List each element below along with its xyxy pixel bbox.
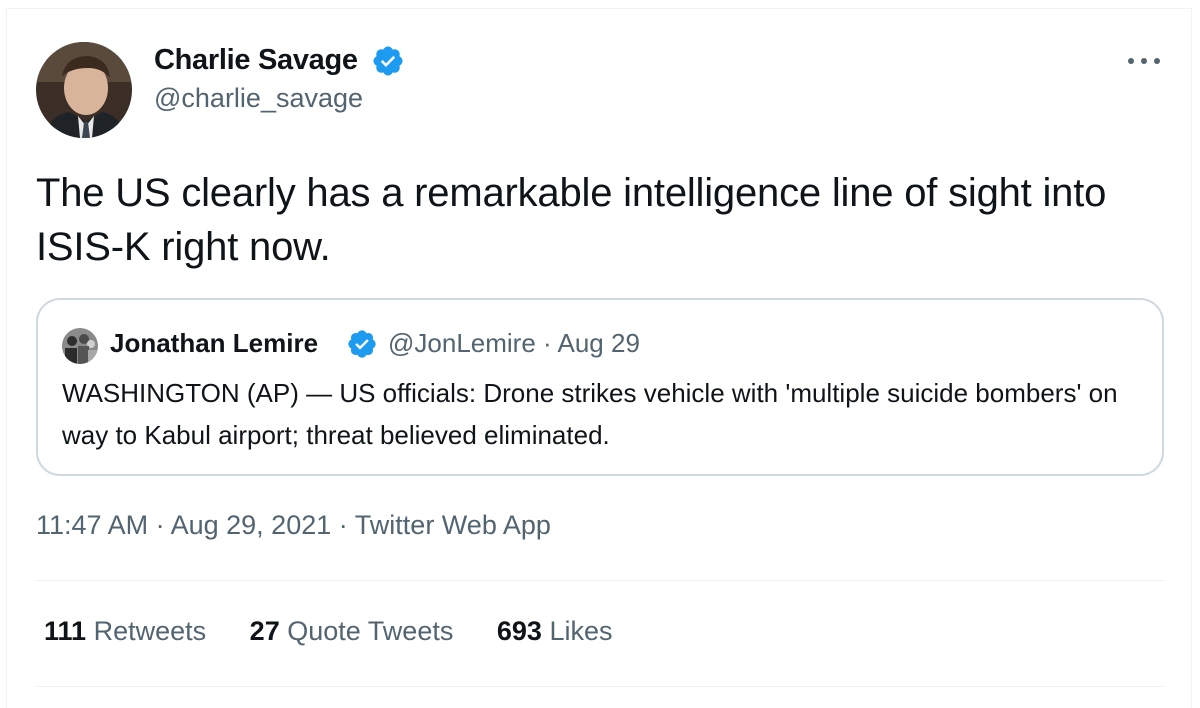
tweet-text: The US clearly has a remarkable intellig… bbox=[36, 171, 1107, 269]
quoted-author-name: Jonathan Lemire bbox=[110, 328, 319, 358]
retweets-count: 111 bbox=[44, 616, 87, 646]
likes-count: 693 bbox=[496, 616, 542, 646]
quotes-label: Quote Tweets bbox=[287, 616, 454, 646]
source-link[interactable]: Twitter Web App bbox=[355, 510, 551, 540]
divider bbox=[36, 580, 1164, 581]
divider bbox=[36, 686, 1164, 687]
tweet-timestamp: 11:47 AM · Aug 29, 2021 · Twitter Web Ap… bbox=[36, 510, 551, 541]
quotes-count: 27 bbox=[249, 616, 280, 646]
verified-badge-icon bbox=[371, 44, 405, 78]
retweets-label: Retweets bbox=[93, 616, 207, 646]
quoted-date: Aug 29 bbox=[557, 328, 640, 358]
engagement-stats: 111 Retweets 27 Quote Tweets 693 Likes bbox=[44, 616, 648, 647]
date-link[interactable]: Aug 29, 2021 bbox=[171, 510, 332, 540]
meta-separator: · bbox=[543, 328, 552, 358]
meta-separator: · bbox=[338, 510, 348, 540]
retweets-stat[interactable]: 111 Retweets bbox=[44, 616, 206, 647]
likes-stat[interactable]: 693 Likes bbox=[497, 616, 613, 647]
meta-separator: · bbox=[155, 510, 165, 540]
verified-badge-icon bbox=[346, 328, 378, 360]
author-handle[interactable]: @charlie_savage bbox=[154, 83, 363, 114]
quoted-author-handle: @JonLemire bbox=[388, 328, 536, 358]
quoted-text: WASHINGTON (AP) — US officials: Drone st… bbox=[62, 378, 1118, 450]
quoted-author-avatar bbox=[62, 328, 98, 364]
author-name[interactable]: Charlie Savage bbox=[154, 44, 358, 77]
likes-label: Likes bbox=[549, 616, 613, 646]
time-link[interactable]: 11:47 AM bbox=[36, 510, 148, 540]
author-avatar[interactable] bbox=[36, 42, 132, 138]
quote-tweets-stat[interactable]: 27 Quote Tweets bbox=[250, 616, 454, 647]
quoted-tweet[interactable]: Jonathan Lemire @JonLemire · Aug 29 WASH… bbox=[36, 298, 1164, 476]
quoted-meta: @JonLemire · Aug 29 bbox=[388, 328, 640, 359]
more-horizontal-icon[interactable] bbox=[1124, 50, 1164, 72]
